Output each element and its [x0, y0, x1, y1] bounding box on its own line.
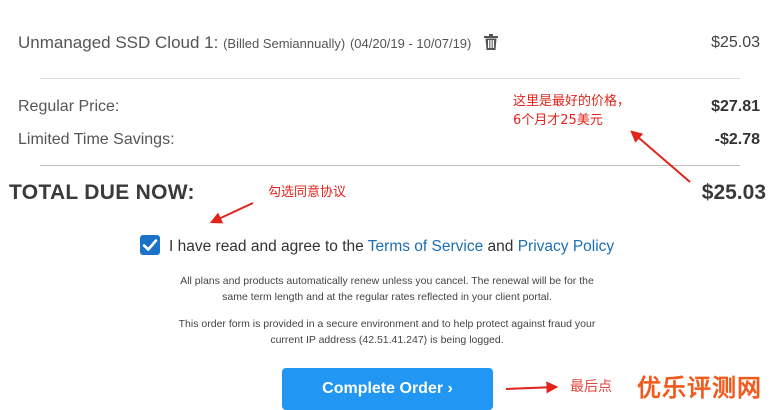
agree-checkbox[interactable] [140, 235, 160, 255]
agreement-text: I have read and agree to the Terms of Se… [169, 238, 614, 256]
check-icon [142, 239, 158, 251]
renewal-notice: All plans and products automatically ren… [0, 273, 774, 305]
last-step-annotation: 最后点 [570, 379, 612, 395]
arrow-to-total [630, 130, 691, 183]
annotation-arrows [209, 130, 691, 394]
privacy-policy-link[interactable]: Privacy Policy [518, 238, 614, 255]
terms-of-service-link[interactable]: Terms of Service [368, 238, 483, 255]
arrow-to-checkbox [209, 202, 254, 224]
agreement-and: and [487, 238, 514, 255]
watermark: 优乐评测网 [637, 374, 762, 402]
complete-order-button[interactable]: Complete Order › [282, 368, 493, 410]
agreement-prefix: I have read and agree to the [169, 238, 364, 255]
security-notice-line1: This order form is provided in a secure … [178, 318, 596, 330]
renewal-notice-line1: All plans and products automatically ren… [180, 275, 594, 287]
arrow-to-button [505, 381, 559, 394]
security-notice: This order form is provided in a secure … [0, 316, 774, 348]
renewal-notice-line2: same term length and at the regular rate… [222, 291, 552, 303]
security-notice-line2: current IP address (42.51.41.247) is bei… [270, 334, 504, 346]
